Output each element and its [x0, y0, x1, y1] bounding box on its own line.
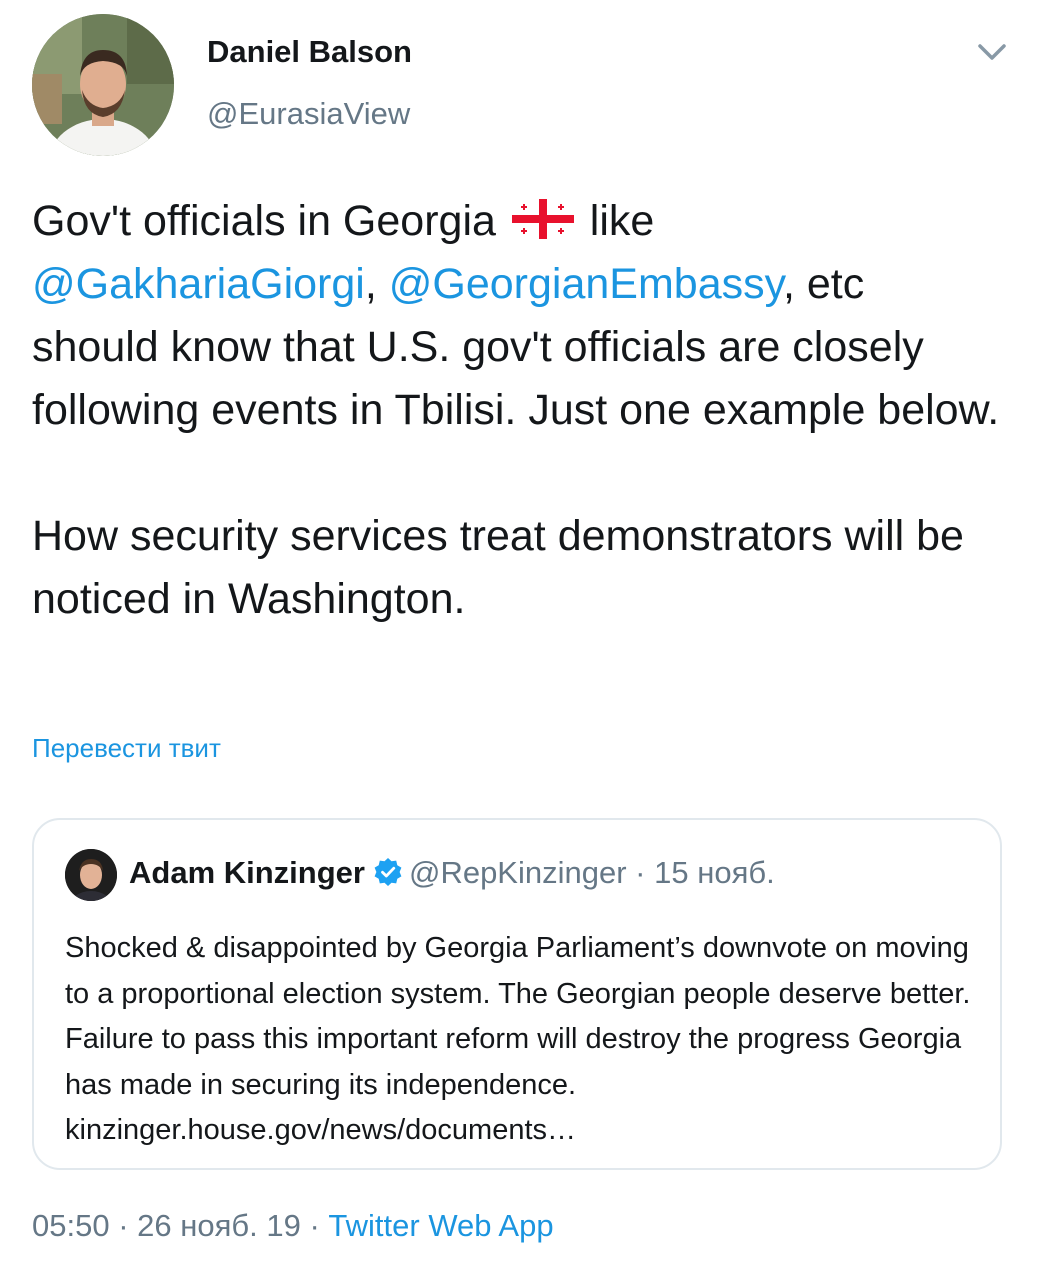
author-avatar[interactable]	[32, 14, 174, 156]
tweet-text-segment: should know that U.S. gov't officials ar…	[32, 323, 1000, 434]
quoted-date[interactable]: 15 нояб.	[654, 855, 775, 890]
tweet-text-segment: , etc	[782, 260, 865, 308]
mention-georgian-embassy[interactable]: @GeorgianEmbassy	[389, 260, 783, 308]
tweet-paragraph-2: How security services treat demonstrator…	[32, 512, 964, 623]
verified-badge-icon	[373, 857, 403, 887]
meta-separator: ·	[109, 1208, 138, 1243]
georgia-flag-icon	[511, 194, 574, 239]
quoted-author-avatar[interactable]	[65, 849, 117, 901]
author-handle[interactable]: @EurasiaView	[207, 96, 410, 132]
tweet-meta: 05:50 · 26 нояб. 19 · Twitter Web App	[32, 1208, 554, 1244]
author-name[interactable]: Daniel Balson	[207, 34, 412, 70]
meta-separator: ·	[300, 1208, 329, 1243]
source-app-link[interactable]: Twitter Web App	[328, 1208, 553, 1243]
tweet-text-segment: Gov't officials in Georgia	[32, 197, 508, 245]
quoted-author-handle[interactable]: @RepKinzinger	[409, 855, 627, 890]
chevron-down-icon[interactable]	[972, 36, 1012, 66]
quoted-tweet-card[interactable]: Adam Kinzinger @RepKinzinger · 15 нояб. …	[32, 818, 1002, 1170]
tweet-text-segment: like	[577, 197, 655, 245]
quoted-avatar-photo	[65, 849, 117, 901]
quoted-author-name[interactable]: Adam Kinzinger	[129, 855, 365, 890]
mention-gakharia[interactable]: @GakhariaGiorgi	[32, 260, 365, 308]
quoted-tweet-header: Adam Kinzinger @RepKinzinger · 15 нояб.	[129, 855, 775, 891]
tweet-paragraph-1: Gov't officials in Georgia like @Gakhari…	[32, 190, 1007, 442]
tweet-text-segment: ,	[364, 260, 389, 308]
quoted-tweet-text: Shocked & disappointed by Georgia Parlia…	[65, 932, 971, 1146]
tweet-header: Daniel Balson @EurasiaView	[32, 14, 1012, 159]
tweet-date[interactable]: 26 нояб. 19	[137, 1208, 301, 1243]
avatar-photo	[32, 14, 174, 156]
tweet-text: Gov't officials in Georgia like @Gakhari…	[32, 190, 1007, 631]
translate-tweet-link[interactable]: Перевести твит	[32, 733, 221, 764]
quoted-separator: ·	[626, 855, 655, 890]
tweet-time[interactable]: 05:50	[32, 1208, 110, 1243]
